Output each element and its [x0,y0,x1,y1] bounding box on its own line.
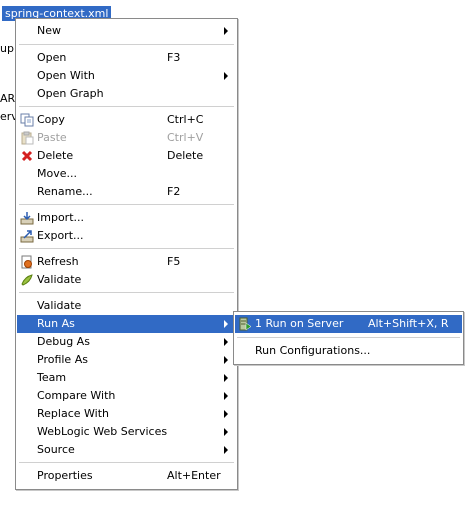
run-as-submenu: 1 Run on Server Alt+Shift+X, R Run Confi… [233,311,464,365]
menu-item-refresh[interactable]: Refresh F5 [17,253,236,271]
menu-item-label: Compare With [37,389,116,402]
menu-item-open-with[interactable]: Open With [17,67,236,85]
context-menu: New Open F3 Open With Open Graph Copy Ct… [15,18,238,490]
import-icon [20,212,34,225]
menu-item-delete[interactable]: Delete Delete [17,147,236,165]
menu-item-compare-with[interactable]: Compare With [17,387,236,405]
menu-separator [19,248,234,249]
submenu-arrow-icon [224,338,228,346]
menu-item-team[interactable]: Team [17,369,236,387]
submenu-arrow-icon [224,428,228,436]
menu-item-shortcut: F5 [167,255,181,268]
menu-item-new[interactable]: New [17,22,236,40]
menu-item-profile-as[interactable]: Profile As [17,351,236,369]
menu-item-label: Run As [37,317,75,330]
menu-item-label: Validate [37,299,82,312]
menu-item-label: Import... [37,211,84,224]
menu-item-label: Open [37,51,67,64]
menu-item-label: WebLogic Web Services [37,425,168,438]
menu-separator [19,462,234,463]
menu-item-label: Delete [37,149,74,162]
menu-item-open-graph[interactable]: Open Graph [17,85,236,103]
menu-item-label: Open With [37,69,95,82]
menu-item-source[interactable]: Source [17,441,236,459]
menu-item-shortcut: Alt+Enter [167,469,221,482]
menu-item-paste[interactable]: Paste Ctrl+V [17,129,236,147]
submenu-arrow-icon [224,356,228,364]
delete-icon [21,150,33,162]
submenu-arrow-icon [224,72,228,80]
menu-item-label: New [37,24,61,37]
submenu-arrow-icon [224,374,228,382]
submenu-arrow-icon [224,392,228,400]
menu-item-shortcut: Ctrl+C [167,113,204,126]
menu-item-weblogic-web-services[interactable]: WebLogic Web Services [17,423,236,441]
menu-item-label: Replace With [37,407,109,420]
menu-item-shortcut: Ctrl+V [167,131,204,144]
menu-separator [19,292,234,293]
submenu-item-run-configurations[interactable]: Run Configurations... [235,342,462,360]
menu-item-label: Export... [37,229,84,242]
menu-separator [19,106,234,107]
menu-item-properties[interactable]: Properties Alt+Enter [17,467,236,485]
background-text-fragment: AR [0,92,16,105]
menu-item-label: Debug As [37,335,90,348]
submenu-arrow-icon [224,27,228,35]
menu-item-label: Refresh [37,255,79,268]
menu-item-label: Source [37,443,75,456]
menu-item-label: Paste [37,131,67,144]
menu-item-export[interactable]: Export... [17,227,236,245]
menu-item-label: Validate [37,273,82,286]
paste-icon [21,131,34,145]
copy-icon [20,113,34,127]
validate-icon [21,274,33,286]
menu-item-label: Copy [37,113,65,126]
submenu-item-label: 1 Run on Server [255,317,344,330]
menu-item-validate-icon[interactable]: Validate [17,271,236,289]
submenu-arrow-icon [224,320,228,328]
menu-item-debug-as[interactable]: Debug As [17,333,236,351]
submenu-item-shortcut: Alt+Shift+X, R [368,317,449,330]
menu-item-run-as[interactable]: Run As [17,315,236,333]
menu-item-label: Open Graph [37,87,104,100]
menu-item-label: Move... [37,167,77,180]
submenu-item-label: Run Configurations... [255,344,371,357]
menu-separator [237,337,460,338]
menu-item-shortcut: F3 [167,51,181,64]
export-icon [20,230,34,243]
menu-item-validate[interactable]: Validate [17,297,236,315]
menu-item-label: Profile As [37,353,88,366]
menu-item-copy[interactable]: Copy Ctrl+C [17,111,236,129]
menu-item-move[interactable]: Move... [17,165,236,183]
refresh-icon [21,255,32,269]
menu-item-rename[interactable]: Rename... F2 [17,183,236,201]
submenu-arrow-icon [224,446,228,454]
menu-separator [19,44,234,45]
menu-item-label: Properties [37,469,93,482]
menu-item-shortcut: Delete [167,149,204,162]
run-server-icon [239,317,252,331]
menu-item-label: Rename... [37,185,93,198]
menu-item-label: Team [37,371,67,384]
menu-separator [19,204,234,205]
submenu-arrow-icon [224,410,228,418]
menu-item-shortcut: F2 [167,185,181,198]
menu-item-replace-with[interactable]: Replace With [17,405,236,423]
menu-item-import[interactable]: Import... [17,209,236,227]
menu-item-open[interactable]: Open F3 [17,49,236,67]
submenu-item-run-on-server[interactable]: 1 Run on Server Alt+Shift+X, R [235,315,462,333]
